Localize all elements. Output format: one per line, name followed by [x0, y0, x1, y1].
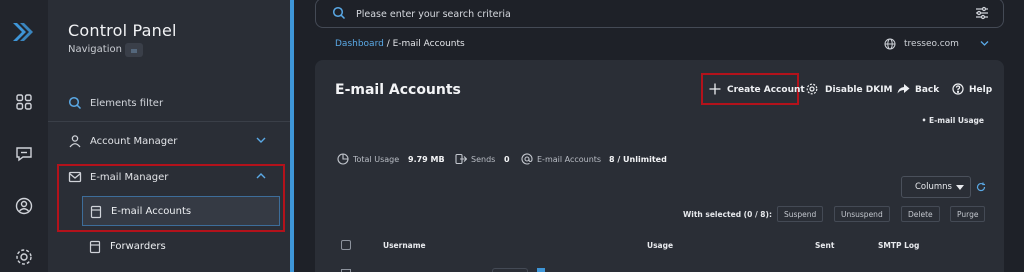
search-icon — [68, 96, 82, 110]
create-account-label: Create Account — [727, 85, 805, 95]
columns-label: Columns — [915, 182, 952, 192]
chevron-down-icon — [256, 137, 266, 143]
chevron-up-icon — [256, 173, 266, 179]
unsuspend-button[interactable]: Unsuspend — [834, 206, 890, 222]
disable-dkim-label: Disable DKIM — [825, 85, 893, 95]
sidebar-subitem-label: Forwarders — [110, 241, 166, 252]
column-header-usage[interactable]: Usage — [647, 241, 673, 250]
refresh-icon[interactable] — [976, 182, 986, 192]
search-bar — [315, 0, 1004, 28]
gear-icon[interactable] — [14, 247, 34, 267]
sliders-icon[interactable] — [975, 6, 989, 20]
create-account-button[interactable]: Create Account — [701, 73, 805, 105]
navigation-panel: Control Panel Navigation Elements filter… — [48, 0, 290, 272]
chevron-down-icon — [980, 41, 989, 46]
with-selected-label: With selected (0 / 8): — [683, 210, 772, 219]
email-usage-link[interactable]: • E-mail Usage — [922, 116, 984, 125]
icon-rail — [0, 0, 48, 272]
pie-chart-icon — [337, 153, 349, 165]
main-content: Dashboard / E-mail Accounts tresseo.com … — [294, 0, 1024, 272]
search-icon — [332, 6, 346, 20]
domain-selector[interactable]: tresseo.com — [884, 38, 989, 50]
email-accounts-panel: E-mail Accounts Create Account Disable D… — [315, 60, 1004, 272]
user-circle-icon[interactable] — [14, 196, 34, 216]
at-sign-icon — [521, 153, 533, 165]
help-icon — [952, 83, 964, 95]
document-icon — [90, 205, 102, 219]
divider — [48, 121, 290, 122]
caret-down-icon — [956, 185, 964, 190]
elements-filter[interactable]: Elements filter — [48, 90, 290, 118]
nav-toggle-badge[interactable] — [125, 43, 143, 57]
purge-button[interactable]: Purge — [950, 206, 986, 222]
total-usage-label: Total Usage — [353, 155, 400, 164]
apps-grid-icon[interactable] — [14, 92, 34, 112]
row-usage-bar — [537, 268, 545, 272]
total-usage-value: 9.79 MB — [408, 155, 445, 164]
columns-dropdown[interactable]: Columns — [901, 176, 971, 198]
sidebar-subitem-email-accounts[interactable]: E-mail Accounts — [82, 196, 280, 226]
document-icon — [89, 240, 101, 254]
column-header-smtp-log[interactable]: SMTP Log — [878, 241, 919, 250]
sidebar-item-label: Account Manager — [90, 136, 178, 147]
help-button[interactable]: Help — [952, 77, 992, 103]
suspend-button[interactable]: Suspend — [777, 206, 824, 222]
table-header: Username Usage Sent SMTP Log — [315, 236, 1004, 256]
sidebar-item-account-manager[interactable]: Account Manager — [48, 126, 290, 156]
chat-icon[interactable] — [14, 144, 34, 164]
share-arrow-icon — [897, 84, 910, 94]
select-all-checkbox[interactable] — [341, 240, 351, 250]
nav-subtitle: Navigation — [68, 44, 122, 55]
column-header-username[interactable]: Username — [383, 241, 426, 250]
breadcrumb-separator: / — [383, 39, 393, 49]
breadcrumb-dashboard[interactable]: Dashboard — [335, 39, 384, 49]
sidebar-subitem-label: E-mail Accounts — [111, 206, 192, 217]
sends-label: Sends — [471, 155, 496, 164]
breadcrumb-current: E-mail Accounts — [392, 39, 465, 49]
help-label: Help — [969, 85, 993, 95]
row-field — [492, 268, 528, 272]
gear-icon — [806, 83, 818, 95]
column-header-sent[interactable]: Sent — [815, 241, 834, 250]
swap-icon — [131, 49, 137, 53]
sends-value: 0 — [504, 155, 510, 164]
domain-name: tresseo.com — [904, 39, 959, 49]
disable-dkim-button[interactable]: Disable DKIM — [806, 77, 893, 103]
filter-label: Elements filter — [90, 98, 164, 109]
email-accounts-value: 8 / Unlimited — [609, 155, 667, 164]
sidebar-item-label: E-mail Manager — [90, 172, 169, 183]
back-button[interactable]: Back — [897, 77, 939, 103]
back-label: Back — [915, 85, 940, 95]
user-icon — [69, 135, 81, 148]
nav-title: Control Panel — [68, 21, 177, 40]
envelope-icon — [68, 171, 82, 183]
logo-icon[interactable] — [11, 20, 35, 44]
search-input[interactable] — [356, 5, 916, 23]
breadcrumb: Dashboard / E-mail Accounts — [335, 39, 465, 49]
email-accounts-label: E-mail Accounts — [537, 155, 602, 164]
sidebar-subitem-forwarders[interactable]: Forwarders — [82, 232, 280, 262]
sidebar-item-email-manager[interactable]: E-mail Manager — [48, 162, 290, 192]
plus-icon — [709, 83, 721, 95]
page-title: E-mail Accounts — [335, 82, 461, 98]
send-icon — [455, 153, 467, 165]
globe-icon — [884, 38, 896, 50]
delete-button[interactable]: Delete — [901, 206, 940, 222]
